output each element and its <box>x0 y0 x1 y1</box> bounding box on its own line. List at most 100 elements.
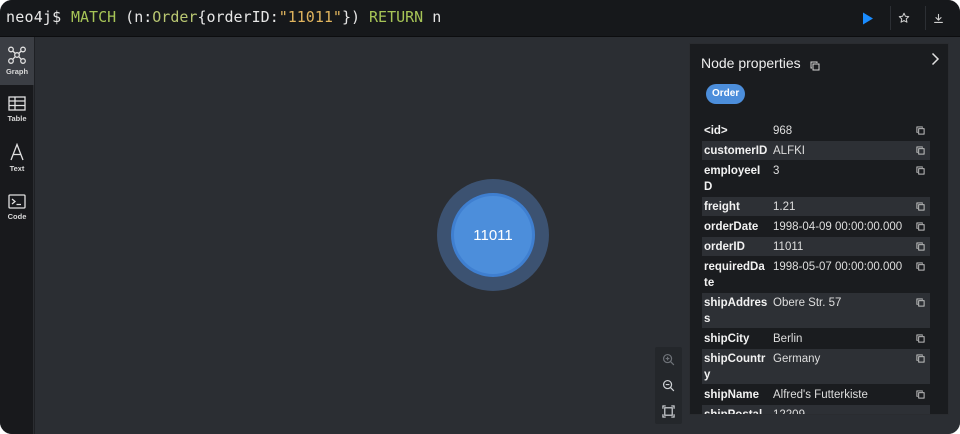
fit-to-screen-icon <box>662 405 675 418</box>
copy-property-button[interactable] <box>916 200 925 216</box>
zoom-out-button[interactable] <box>655 373 682 398</box>
copy-icon <box>916 222 925 231</box>
property-row: orderDate 1998-04-09 00:00:00.000 <box>702 217 930 237</box>
property-row: shipCity Berlin <box>702 329 930 349</box>
property-value: Alfred's Futterkiste <box>773 389 868 401</box>
property-row: shipName Alfred's Futterkiste <box>702 385 930 405</box>
copy-icon <box>916 262 925 271</box>
copy-property-button[interactable] <box>916 332 925 348</box>
property-row: employeeID 3 <box>702 161 930 197</box>
sidebar-item-label: Graph <box>5 67 29 76</box>
sidebar-item-code[interactable]: Code <box>0 183 34 231</box>
query-keyword-return: RETURN <box>360 8 424 26</box>
sidebar-item-label: Text <box>9 164 25 173</box>
property-key: shipPostalCode <box>704 409 763 415</box>
properties-table: <id> 968 customerID ALFKI employeeID 3 f… <box>702 121 930 415</box>
sidebar-item-text[interactable]: Text <box>0 134 34 182</box>
copy-property-button[interactable] <box>916 164 925 180</box>
property-row: orderID 11011 <box>702 237 930 257</box>
property-row: customerID ALFKI <box>702 141 930 161</box>
copy-property-button[interactable] <box>916 296 925 312</box>
property-key: shipName <box>704 389 759 401</box>
property-key: shipAddress <box>704 297 768 325</box>
copy-icon <box>916 390 925 399</box>
zoom-in-button[interactable] <box>655 347 682 372</box>
copy-icon <box>916 166 925 175</box>
property-key: <id> <box>704 125 728 137</box>
chevron-right-icon <box>931 52 940 66</box>
property-key: orderID <box>704 241 745 253</box>
copy-icon <box>810 61 820 71</box>
favorite-button[interactable] <box>890 6 916 30</box>
star-icon <box>898 12 909 23</box>
property-key: orderDate <box>704 221 759 233</box>
node-properties-panel: Node properties Order <id> 968 customerI… <box>689 43 949 415</box>
property-row: shipAddress Obere Str. 57 <box>702 293 930 329</box>
sidebar-item-graph[interactable]: Graph <box>0 37 34 85</box>
code-icon <box>8 193 26 209</box>
property-value: 1998-04-09 00:00:00.000 <box>773 221 903 233</box>
property-key: requiredDate <box>704 261 765 289</box>
copy-property-button[interactable] <box>916 144 925 160</box>
copy-icon <box>916 334 925 343</box>
property-value: 968 <box>773 125 793 137</box>
node-label-chip[interactable]: Order <box>706 84 746 104</box>
copy-property-button[interactable] <box>916 352 925 368</box>
play-icon <box>863 12 873 24</box>
sidebar-item-label: Code <box>7 211 27 221</box>
query-colon: : <box>269 8 279 26</box>
property-key: employeeID <box>704 165 761 193</box>
property-value: 3 <box>773 165 780 177</box>
property-key: customerID <box>704 145 768 157</box>
copy-icon <box>916 242 925 251</box>
copy-icon <box>916 146 925 155</box>
copy-icon <box>916 354 925 363</box>
view-sidebar: Graph Table Text Code <box>0 37 34 434</box>
query-node-label: Order <box>152 8 198 26</box>
download-button[interactable] <box>925 6 951 30</box>
download-icon <box>934 13 943 23</box>
node-caption: 11011 <box>473 226 513 244</box>
query-node-open: (n: <box>116 8 153 26</box>
fit-to-screen-button[interactable] <box>655 399 682 424</box>
table-icon <box>8 95 26 111</box>
zoom-controls <box>655 347 682 424</box>
sidebar-item-table[interactable]: Table <box>0 85 34 133</box>
property-row: requiredDate 1998-05-07 00:00:00.000 <box>702 257 930 293</box>
property-key: shipCountry <box>704 353 766 381</box>
property-value: 11011 <box>773 241 804 253</box>
property-row: shipPostalCode 12209 <box>702 405 930 415</box>
text-icon <box>10 143 24 161</box>
copy-property-button[interactable] <box>916 388 925 404</box>
query-input[interactable]: MATCH (n:Order{orderID:"11011"}) RETURN … <box>71 8 441 26</box>
query-editor-bar: neo4j$ MATCH (n:Order{orderID:"11011"}) … <box>0 0 960 37</box>
sidebar-item-label: Table <box>7 113 27 123</box>
copy-icon <box>916 202 925 211</box>
copy-property-button[interactable] <box>916 260 925 276</box>
collapse-panel-button[interactable] <box>930 52 940 71</box>
property-value: 12209 <box>773 409 805 415</box>
copy-property-button[interactable] <box>916 124 925 140</box>
property-row: shipCountry Germany <box>702 349 930 385</box>
property-key: freight <box>704 201 740 213</box>
query-return-var: n <box>423 8 442 26</box>
copy-icon <box>916 126 925 135</box>
property-row: freight 1.21 <box>702 197 930 217</box>
graph-node[interactable]: 11011 <box>451 193 535 277</box>
graph-icon <box>8 46 26 64</box>
neo4j-browser-window: neo4j$ MATCH (n:Order{orderID:"11011"}) … <box>0 0 960 434</box>
property-value: 1.21 <box>773 201 796 213</box>
copy-property-button[interactable] <box>916 220 925 236</box>
editor-prompt: neo4j$ <box>6 8 62 26</box>
query-prop-value: "11011" <box>278 8 342 26</box>
query-close: }) <box>341 8 360 26</box>
copy-all-button[interactable] <box>810 58 820 76</box>
property-value: Germany <box>773 353 821 365</box>
property-row: <id> 968 <box>702 121 930 141</box>
zoom-out-icon <box>662 379 675 392</box>
query-keyword-match: MATCH <box>71 8 117 26</box>
property-value: ALFKI <box>773 145 805 157</box>
copy-property-button[interactable] <box>916 240 925 256</box>
property-key: shipCity <box>704 333 750 345</box>
run-query-button[interactable] <box>855 6 881 30</box>
